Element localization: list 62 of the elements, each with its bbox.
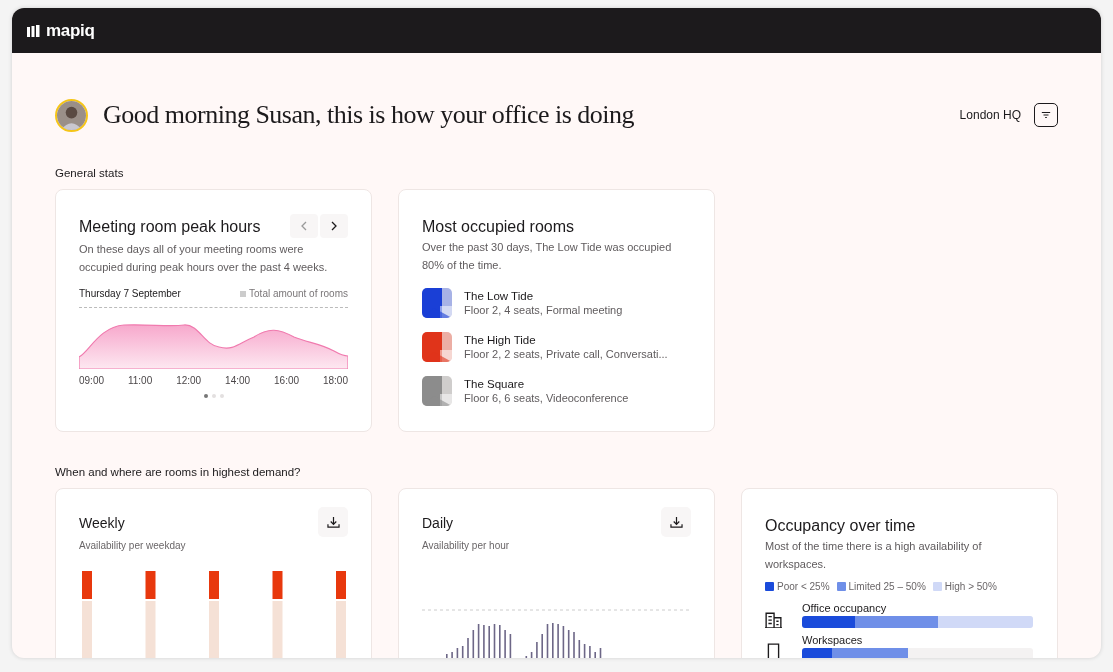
- desk-icon: [765, 643, 782, 658]
- row-label: Workspaces: [802, 634, 864, 646]
- bar: [567, 630, 570, 658]
- card-subtitle: Availability per hour: [422, 540, 510, 551]
- card-description: Most of the time there is a high availability of workspaces.: [765, 539, 983, 572]
- bar: [583, 644, 586, 658]
- axis-label: 12:00: [176, 375, 202, 386]
- legend-label: High > 50%: [944, 581, 997, 592]
- room-details: Floor 2, 4 seats, Formal meeting: [464, 304, 623, 316]
- card-description: Over the past 30 days, The Low Tide was occupied 80% of the time.: [422, 240, 673, 273]
- filter-button[interactable]: [1034, 103, 1058, 127]
- bar: [562, 626, 565, 658]
- room-details: Floor 2, 2 seats, Private call, Conversati...: [464, 348, 668, 360]
- card-title: Occupancy over time: [765, 517, 917, 535]
- bar: [509, 634, 512, 658]
- axis-label: 18:00: [322, 375, 348, 386]
- location-label: London HQ: [959, 108, 1021, 122]
- bar: [461, 646, 464, 658]
- room-name[interactable]: The High Tide: [464, 334, 668, 346]
- chevron-left-icon: [300, 221, 308, 231]
- bar: [477, 624, 480, 658]
- bar: [472, 630, 475, 658]
- bar: [546, 624, 549, 658]
- building-icon: [765, 611, 782, 628]
- bar: [530, 652, 533, 658]
- room-details: Floor 6, 6 seats, Videoconference: [464, 392, 629, 404]
- card-title: Most occupied rooms: [422, 218, 576, 236]
- logo-text: mapiq: [46, 20, 95, 41]
- section-title: When and where are rooms in highest demand?: [55, 466, 302, 478]
- bar: [599, 648, 602, 658]
- avatar: [55, 98, 88, 132]
- bar: [456, 648, 459, 658]
- download-button[interactable]: [318, 507, 348, 537]
- download-icon: [669, 516, 683, 528]
- card-title: Meeting room peak hours: [79, 218, 261, 236]
- row-label: Office occupancy: [802, 602, 888, 614]
- axis-label: 11:00: [127, 375, 153, 386]
- next-button[interactable]: [320, 214, 348, 238]
- bar: [493, 624, 496, 658]
- chevron-right-icon: [330, 221, 338, 231]
- axis-label: 14:00: [225, 375, 251, 386]
- axis-label: 09:00: [79, 375, 105, 386]
- legend-label: Poor < 25%: [777, 581, 830, 592]
- card-subtitle: Availability per weekday: [79, 540, 186, 551]
- greeting-heading: Good morning Susan, this is how your office is doing: [103, 100, 636, 130]
- logo-icon: [27, 24, 40, 37]
- card-title: Weekly: [79, 515, 126, 531]
- room-name[interactable]: The Square: [464, 378, 629, 390]
- section-title: General stats: [55, 167, 125, 179]
- card-title: Daily: [422, 515, 455, 531]
- filter-icon: [1040, 110, 1052, 120]
- axis-label: 16:00: [274, 375, 300, 386]
- bar: [578, 640, 581, 658]
- chart-date: Thursday 7 September: [79, 288, 181, 299]
- room-name[interactable]: The Low Tide: [464, 290, 623, 302]
- page-dot[interactable]: [203, 394, 208, 398]
- legend-swatch: [240, 290, 247, 297]
- legend-label: Total amount of rooms: [249, 288, 348, 299]
- legend-label: Limited 25 – 50%: [848, 581, 926, 592]
- download-button[interactable]: [661, 507, 691, 537]
- card-description: On these days all of your meeting rooms were occupied during peak hours over the past 4 weeks.: [79, 242, 329, 275]
- download-icon: [326, 516, 340, 528]
